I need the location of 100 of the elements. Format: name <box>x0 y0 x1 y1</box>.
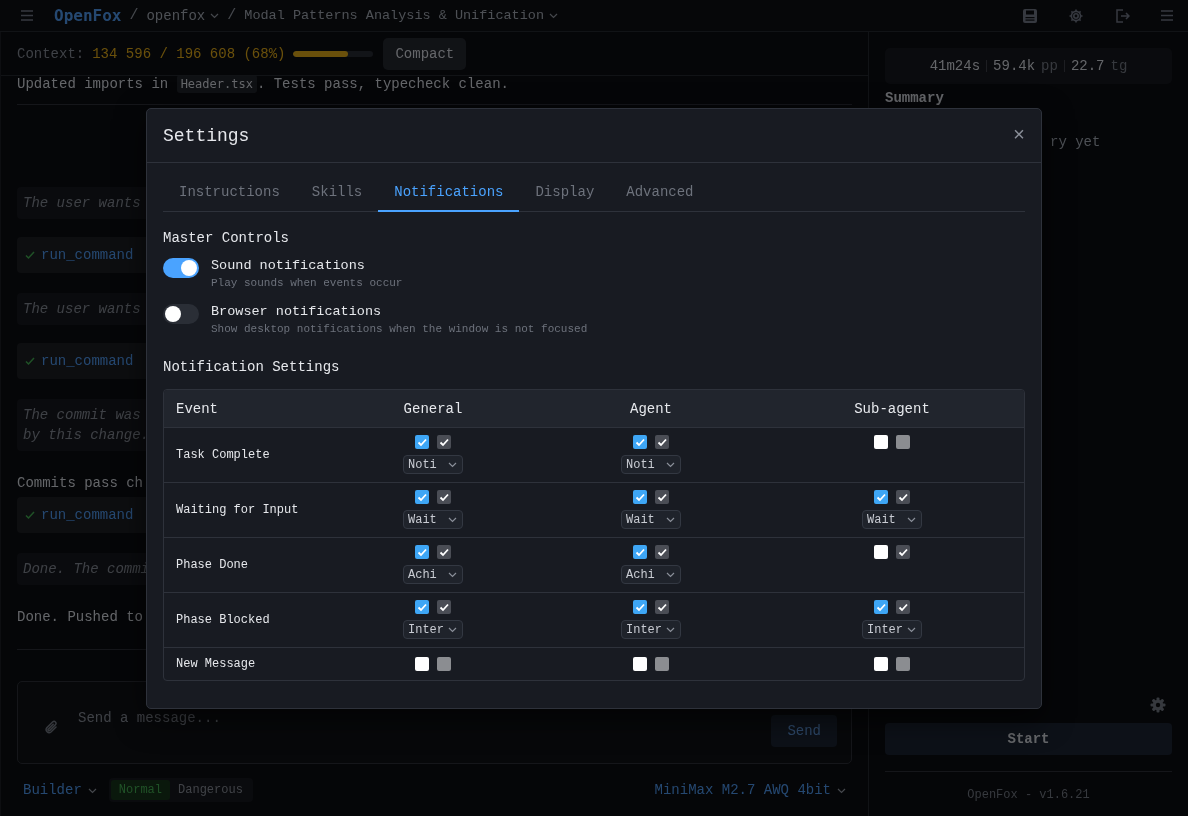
toggle-label: Sound notifications <box>211 258 366 274</box>
checkbox[interactable] <box>655 435 669 449</box>
message-text: Commits pass ch <box>17 475 144 491</box>
summary-text: ry yet <box>1050 134 1102 150</box>
checkbox[interactable] <box>896 435 910 449</box>
sound-dropdown[interactable]: Noti <box>621 455 681 474</box>
checkbox[interactable] <box>415 657 429 671</box>
context-reading: 134 596 / 196 608 (68%) <box>92 45 286 62</box>
checkbox[interactable] <box>415 435 429 449</box>
event-name: Waiting for Input <box>175 502 300 519</box>
checkbox[interactable] <box>633 600 647 614</box>
mode-selector[interactable]: Builder <box>23 782 97 798</box>
sound-dropdown[interactable]: Wait <box>621 510 681 529</box>
column-header: Agent <box>629 399 673 419</box>
event-name: Task Complete <box>175 447 271 464</box>
chevron-icon <box>666 626 675 633</box>
checkbox[interactable] <box>633 545 647 559</box>
thinking-text: The user wants <box>23 300 141 319</box>
context-label: Context: <box>17 45 85 62</box>
tool-name: run_command <box>41 247 134 263</box>
checkbox[interactable] <box>437 657 451 671</box>
session-selector[interactable]: Modal Patterns Analysis & Unification <box>244 8 559 23</box>
checkbox[interactable] <box>874 490 888 504</box>
checkbox[interactable] <box>874 545 888 559</box>
section-heading: Master Controls <box>163 230 291 246</box>
chevron-icon <box>549 12 559 19</box>
chevron-icon <box>907 626 916 633</box>
tool-name: run_command <box>41 507 134 523</box>
column-header: General <box>402 399 464 419</box>
checkbox[interactable] <box>633 657 647 671</box>
tool-name: run_command <box>41 353 134 369</box>
sound-dropdown[interactable]: Inter <box>862 620 922 639</box>
breadcrumb-separator: / <box>227 7 237 24</box>
event-name: New Message <box>175 656 257 673</box>
checkbox[interactable] <box>896 600 910 614</box>
checkbox[interactable] <box>655 545 669 559</box>
chevron-icon <box>448 516 457 523</box>
chevron-icon <box>87 786 97 794</box>
toggle-switch[interactable] <box>163 258 199 278</box>
model-selector[interactable]: MiniMax M2.7 AWQ 4bit <box>654 782 846 798</box>
checkbox[interactable] <box>415 545 429 559</box>
sound-dropdown[interactable]: Noti <box>403 455 463 474</box>
settings-tab[interactable]: Advanced <box>610 175 710 212</box>
checkbox[interactable] <box>437 435 451 449</box>
sound-dropdown[interactable]: Achi <box>621 565 681 584</box>
sound-dropdown[interactable]: Inter <box>403 620 463 639</box>
chevron-icon <box>666 461 675 468</box>
safety-option[interactable]: Dangerous <box>170 780 251 800</box>
event-name: Phase Blocked <box>175 612 271 629</box>
chevron-icon <box>666 571 675 578</box>
paperclip-icon[interactable] <box>44 720 60 736</box>
thinking-text: The user wants <box>23 194 141 213</box>
sound-dropdown[interactable]: Wait <box>403 510 463 529</box>
checkbox[interactable] <box>655 657 669 671</box>
toggle-description: Show desktop notifications when the window is not focused <box>211 323 588 335</box>
checkbox[interactable] <box>655 490 669 504</box>
app-logo[interactable]: OpenFox <box>54 6 122 25</box>
checkbox[interactable] <box>633 490 647 504</box>
checkbox[interactable] <box>415 600 429 614</box>
safety-option[interactable]: Normal <box>110 780 171 800</box>
close-button[interactable]: × <box>1013 125 1025 146</box>
message-text: Updated imports in Header.tsx . Tests pass, typecheck clean. <box>17 76 510 95</box>
toggle-description: Play sounds when events occur <box>211 277 403 289</box>
checkbox[interactable] <box>896 490 910 504</box>
checkbox[interactable] <box>896 657 910 671</box>
chevron-icon <box>666 516 675 523</box>
checkbox[interactable] <box>874 657 888 671</box>
settings-tab[interactable]: Skills <box>295 175 379 212</box>
checkbox[interactable] <box>415 490 429 504</box>
checkbox[interactable] <box>874 600 888 614</box>
chevron-icon <box>837 786 846 794</box>
chevron-icon <box>448 626 457 633</box>
event-name: Phase Done <box>175 557 249 574</box>
project-selector[interactable]: openfox <box>146 7 220 24</box>
sound-dropdown[interactable]: Wait <box>862 510 922 529</box>
checkbox[interactable] <box>633 435 647 449</box>
settings-tab[interactable]: Notifications <box>378 175 520 212</box>
stat-value: 22.7 <box>1070 58 1105 74</box>
checkbox[interactable] <box>874 435 888 449</box>
sound-dropdown[interactable]: Inter <box>621 620 681 639</box>
summary-heading: Summary <box>885 90 944 106</box>
settings-tab[interactable]: Instructions <box>163 175 296 212</box>
compact-button[interactable]: Compact <box>383 37 467 70</box>
checkbox[interactable] <box>437 545 451 559</box>
chevron-icon <box>907 516 916 523</box>
checkbox[interactable] <box>437 600 451 614</box>
start-button[interactable]: Start <box>885 723 1172 755</box>
toggle-switch[interactable] <box>163 304 199 324</box>
chevron-icon <box>210 12 220 19</box>
column-header: Event <box>175 399 219 419</box>
thinking-text: Done. The commi <box>23 560 150 579</box>
stat-value: 59.4k <box>993 58 1036 74</box>
checkbox[interactable] <box>896 545 910 559</box>
checkbox[interactable] <box>655 600 669 614</box>
settings-tab[interactable]: Display <box>519 175 611 212</box>
checkbox[interactable] <box>437 490 451 504</box>
column-header: Sub-agent <box>853 399 931 419</box>
stat-value: 41m24s <box>929 58 981 74</box>
breadcrumb-separator: / <box>129 7 139 24</box>
sound-dropdown[interactable]: Achi <box>403 565 463 584</box>
